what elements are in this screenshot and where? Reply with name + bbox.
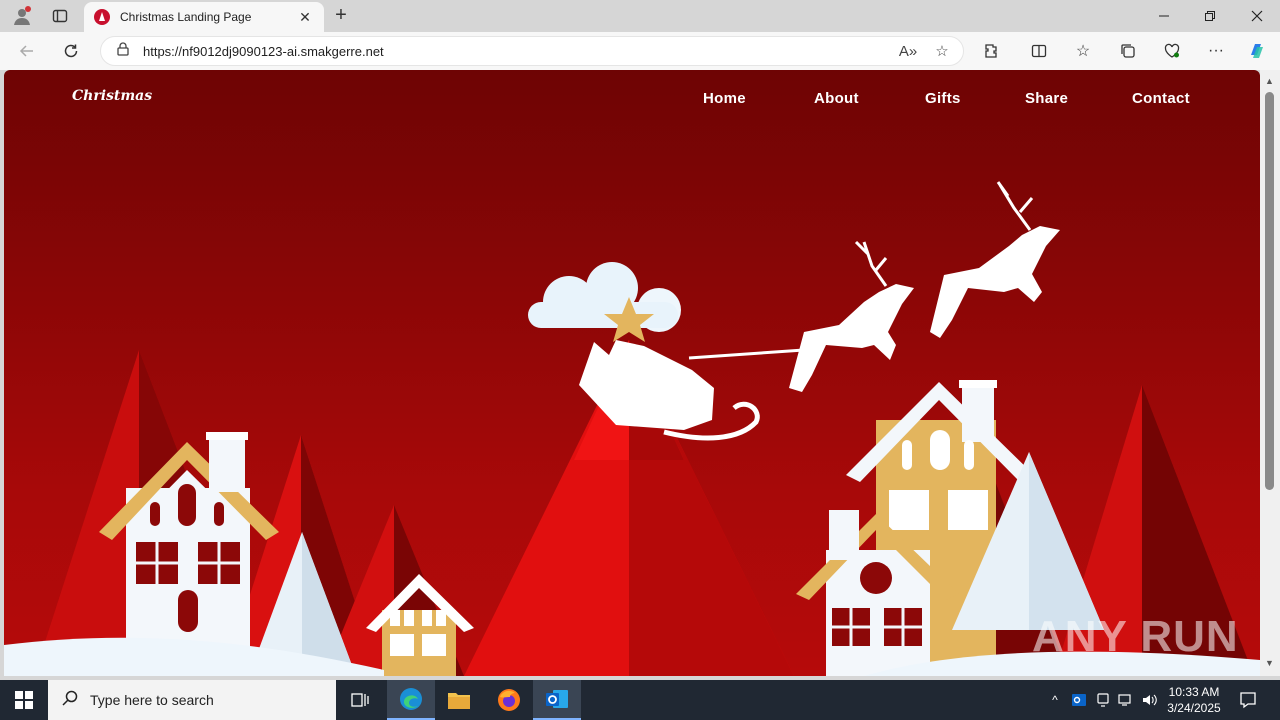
- close-window-icon[interactable]: [1234, 0, 1280, 32]
- tab-close-icon[interactable]: ✕: [296, 9, 314, 26]
- tray-outlook-icon[interactable]: [1070, 691, 1088, 709]
- anyrun-watermark: ANY RUN: [1032, 612, 1239, 661]
- refresh-icon[interactable]: [58, 39, 84, 63]
- nav-link-gifts[interactable]: Gifts: [925, 90, 961, 107]
- lock-icon[interactable]: [117, 41, 129, 61]
- task-view-icon[interactable]: [336, 680, 384, 720]
- tab-title: Christmas Landing Page: [120, 10, 252, 24]
- back-icon[interactable]: [14, 39, 40, 63]
- edge-taskbar-icon[interactable]: [387, 680, 435, 720]
- volume-icon[interactable]: [1141, 691, 1159, 709]
- split-screen-icon[interactable]: [1026, 39, 1052, 63]
- page-viewport: Christmas Home About Gifts Share Contact: [4, 70, 1260, 676]
- copilot-icon[interactable]: [1244, 39, 1270, 63]
- network-icon[interactable]: [1117, 691, 1135, 709]
- browser-titlebar: Christmas Landing Page ✕ +: [0, 0, 1280, 32]
- search-icon: [62, 690, 78, 711]
- search-placeholder: Type here to search: [90, 692, 214, 708]
- firefox-icon[interactable]: [485, 680, 533, 720]
- browser-toolbar: https://nf9012dj9090123-ai.smakgerre.net…: [0, 32, 1280, 70]
- profile-icon[interactable]: [8, 4, 36, 28]
- browser-tab-active[interactable]: Christmas Landing Page ✕: [84, 2, 324, 32]
- site-logo[interactable]: Christmas: [72, 88, 152, 104]
- notifications-icon[interactable]: [1238, 690, 1258, 710]
- page-scrollbar[interactable]: ▲ ▼: [1260, 70, 1280, 676]
- clock-date: 3/24/2025: [1167, 701, 1221, 715]
- nav-link-about[interactable]: About: [814, 90, 859, 107]
- nav-link-contact[interactable]: Contact: [1132, 90, 1190, 107]
- clock-time: 10:33 AM: [1168, 685, 1220, 699]
- tab-actions-icon[interactable]: [46, 4, 74, 28]
- windows-start-icon[interactable]: [0, 680, 48, 720]
- more-menu-icon[interactable]: ···: [1203, 39, 1229, 63]
- file-explorer-icon[interactable]: [435, 680, 483, 720]
- browser-essentials-icon[interactable]: [1159, 39, 1185, 63]
- collections-icon[interactable]: [1115, 39, 1141, 63]
- christmas-hero-illustration: [4, 181, 1260, 676]
- extensions-icon[interactable]: [978, 39, 1004, 63]
- minimize-icon[interactable]: [1141, 0, 1187, 32]
- favorite-star-icon[interactable]: ☆: [929, 39, 955, 63]
- scrollbar-thumb[interactable]: [1265, 92, 1274, 490]
- taskbar-clock[interactable]: 10:33 AM 3/24/2025: [1158, 684, 1230, 716]
- site-favicon-icon: [94, 9, 110, 25]
- url-text[interactable]: https://nf9012dj9090123-ai.smakgerre.net: [143, 44, 895, 59]
- windows-taskbar: Type here to search ^ 10:33 AM 3/24/2025: [0, 680, 1280, 720]
- read-aloud-icon[interactable]: A»: [895, 39, 921, 63]
- new-tab-button[interactable]: +: [330, 4, 352, 28]
- favorites-icon[interactable]: ☆: [1070, 39, 1096, 63]
- outlook-icon[interactable]: [533, 680, 581, 720]
- tray-overflow-chevron-icon[interactable]: ^: [1046, 691, 1064, 709]
- scroll-down-icon[interactable]: ▼: [1265, 658, 1274, 668]
- nav-link-share[interactable]: Share: [1025, 90, 1068, 107]
- scroll-up-icon[interactable]: ▲: [1265, 76, 1274, 86]
- taskbar-search-box[interactable]: Type here to search: [48, 680, 336, 720]
- address-bar[interactable]: https://nf9012dj9090123-ai.smakgerre.net…: [100, 36, 964, 66]
- tray-device-icon[interactable]: [1094, 691, 1112, 709]
- nav-link-home[interactable]: Home: [703, 90, 746, 107]
- restore-icon[interactable]: [1187, 0, 1233, 32]
